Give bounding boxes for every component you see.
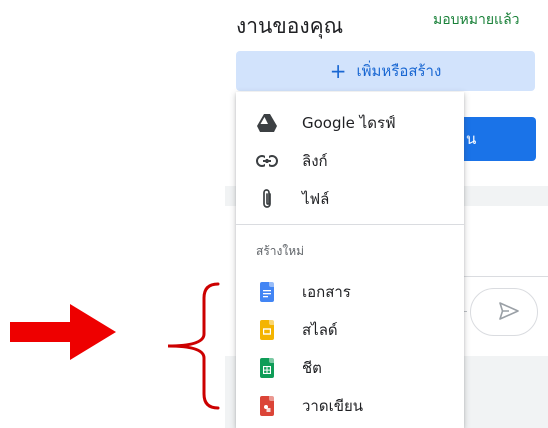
menu-divider (236, 224, 464, 225)
google-docs-icon (256, 281, 278, 303)
google-slides-icon (256, 319, 278, 341)
red-arrow-annotation (10, 304, 116, 360)
google-drive-icon (256, 112, 278, 134)
menu-item-label: เอกสาร (302, 283, 351, 301)
menu-item-google-drive[interactable]: Google ไดรฟ์ (236, 104, 464, 142)
add-or-create-button[interactable]: + เพิ่มหรือสร้าง (236, 51, 535, 91)
menu-item-label: ชีต (302, 359, 322, 377)
plus-icon: + (329, 59, 347, 83)
add-create-menu: Google ไดรฟ์ ลิงก์ ไฟล์ สร้างใหม่ เอกสาร… (236, 92, 464, 428)
menu-item-file[interactable]: ไฟล์ (236, 180, 464, 218)
paperclip-icon (256, 188, 278, 210)
menu-item-slides[interactable]: สไลด์ (236, 311, 464, 349)
turn-in-button[interactable]: น (460, 117, 536, 161)
panel-divider (460, 276, 548, 277)
menu-item-label: ลิงก์ (302, 152, 328, 170)
menu-item-docs[interactable]: เอกสาร (236, 273, 464, 311)
red-brace-annotation (167, 282, 220, 410)
assigned-link[interactable]: มอบหมายแล้ว (433, 10, 520, 30)
menu-item-label: วาดเขียน (302, 397, 364, 415)
link-icon (256, 150, 278, 172)
create-new-heading: สร้างใหม่ (256, 244, 305, 258)
menu-item-drawings[interactable]: วาดเขียน (236, 387, 464, 425)
turn-in-label: น (466, 130, 477, 148)
page-title: งานของคุณ (236, 14, 344, 38)
send-icon[interactable] (497, 299, 521, 323)
menu-item-label: ไฟล์ (302, 190, 330, 208)
menu-item-label: สไลด์ (302, 321, 338, 339)
menu-item-link[interactable]: ลิงก์ (236, 142, 464, 180)
menu-item-label: Google ไดรฟ์ (302, 114, 396, 132)
google-sheets-icon (256, 357, 278, 379)
add-or-create-label: เพิ่มหรือสร้าง (356, 62, 442, 80)
google-drawings-icon (256, 395, 278, 417)
menu-item-sheets[interactable]: ชีต (236, 349, 464, 387)
